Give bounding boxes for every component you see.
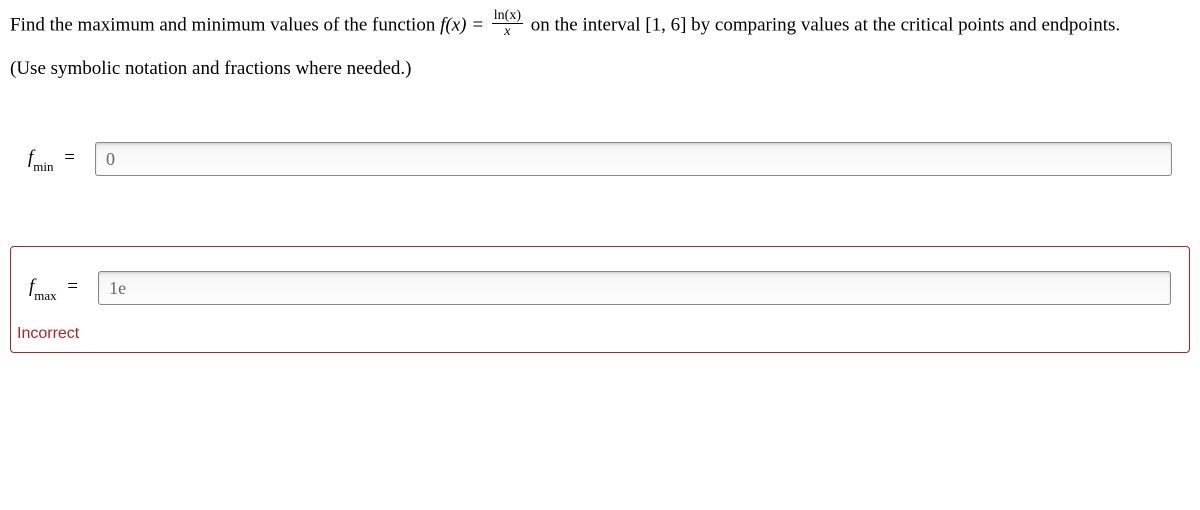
- problem-statement: Find the maximum and minimum values of t…: [10, 10, 1190, 42]
- problem-text-2: on the interval [1, 6] by comparing valu…: [531, 14, 1120, 35]
- fmax-input[interactable]: [98, 271, 1171, 305]
- fraction-denominator: x: [492, 24, 523, 39]
- fmin-label: fmin =: [28, 145, 81, 173]
- fmin-answer-row: fmin =: [10, 142, 1190, 176]
- problem-text-1: Find the maximum and minimum values of t…: [10, 14, 440, 35]
- fmin-input[interactable]: [95, 142, 1172, 176]
- fmax-answer-row: fmax =: [29, 271, 1171, 305]
- function-lhs: f(x) =: [440, 14, 489, 35]
- incorrect-feedback: Incorrect: [17, 323, 1171, 345]
- fmax-incorrect-container: fmax = Incorrect: [10, 246, 1190, 352]
- fraction-numerator: ln(x): [492, 8, 523, 24]
- fmax-label: fmax =: [29, 274, 84, 302]
- fraction: ln(x) x: [492, 8, 523, 40]
- instruction-text: (Use symbolic notation and fractions whe…: [10, 56, 1190, 83]
